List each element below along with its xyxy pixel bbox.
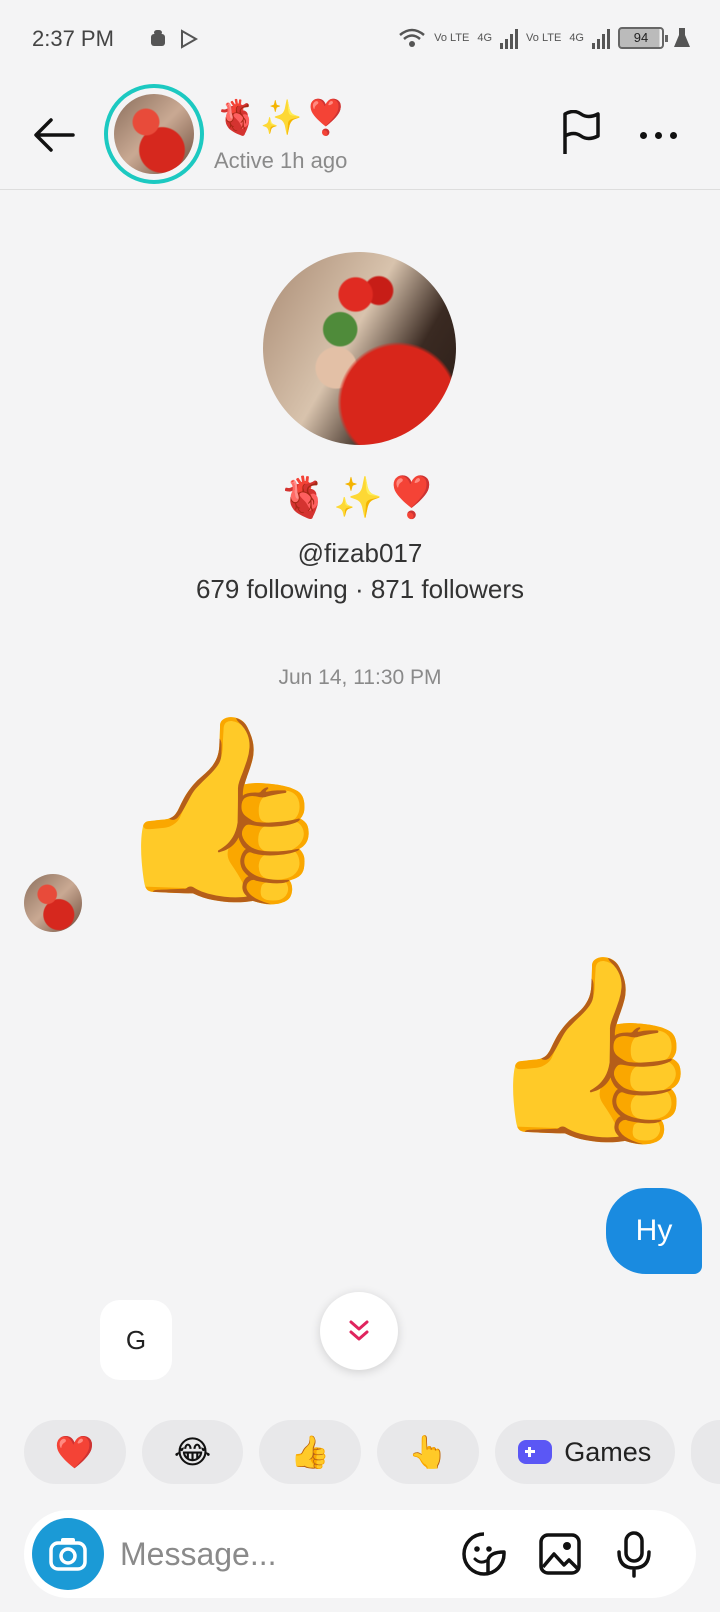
sticker-button[interactable] [458, 1528, 510, 1580]
android-icon [151, 30, 165, 46]
header-avatar[interactable] [104, 84, 204, 184]
gallery-button[interactable] [534, 1528, 586, 1580]
games-label: Games [564, 1436, 652, 1467]
quick-reaction-overflow[interactable] [690, 1420, 720, 1484]
profile-handle: @fizab017 [297, 538, 423, 568]
quick-reaction-laugh[interactable]: 😂 [141, 1420, 244, 1484]
sticker-icon [462, 1532, 506, 1576]
play-store-icon [181, 29, 199, 49]
typing-preview: G [100, 1300, 172, 1380]
notification-icons [148, 28, 200, 50]
image-icon [539, 1533, 581, 1575]
sender-avatar[interactable] [24, 874, 82, 932]
arrow-left-icon [34, 118, 75, 152]
scroll-to-bottom-button[interactable] [320, 1292, 398, 1370]
more-options-button[interactable] [640, 120, 686, 150]
sent-message-bubble[interactable]: Hy [606, 1188, 702, 1274]
report-button[interactable] [560, 109, 606, 160]
signal-icon [500, 27, 519, 49]
gamepad-icon [518, 1440, 553, 1464]
flag-icon [563, 109, 600, 154]
volte-label: Vo LTE [434, 31, 470, 44]
battery-icon: 94 [618, 27, 668, 49]
back-button[interactable] [30, 110, 80, 160]
system-icons: Vo LTE 4G Vo LTE 4G 94 [398, 26, 692, 50]
voice-button[interactable] [608, 1528, 660, 1580]
profile-stats: 679 following · 871 followers [195, 574, 525, 604]
message-timestamp: Jun 14, 11:30 PM [278, 666, 442, 689]
quick-reactions-row: ❤️ 😂 👍 👆 Games [24, 1420, 720, 1484]
message-input[interactable] [120, 1510, 460, 1598]
active-status: Active 1h ago [214, 148, 348, 173]
chat-header: 🫀✨❣️ Active 1h ago [0, 80, 720, 190]
sent-thumbs-up[interactable]: 👍 [482, 960, 706, 1140]
camera-button[interactable] [32, 1518, 104, 1590]
received-thumbs-up[interactable]: 👍 [110, 720, 334, 900]
wifi-icon [399, 28, 425, 47]
flask-icon [674, 28, 690, 47]
network-4g-label: 4G [477, 31, 493, 44]
avatar-image [114, 94, 194, 174]
profile-picture[interactable] [263, 252, 456, 445]
message-composer [24, 1510, 696, 1598]
games-button[interactable]: Games [494, 1420, 675, 1484]
quick-reaction-thumbs-up[interactable]: 👍 [259, 1420, 362, 1484]
camera-icon [49, 1538, 87, 1571]
signal-icon-2 [592, 27, 610, 49]
quick-reaction-point-up[interactable]: 👆 [377, 1420, 479, 1484]
double-chevron-down-icon [349, 1320, 369, 1341]
quick-reaction-heart[interactable]: ❤️ [24, 1420, 126, 1484]
microphone-icon [617, 1531, 651, 1578]
status-bar: 2:37 PM Vo LTE 4G Vo LTE 4G 94 [0, 0, 720, 80]
contact-name[interactable]: 🫀✨❣️ [216, 98, 349, 138]
volte-label-2: Vo LTE [526, 31, 562, 44]
profile-name: 🫀✨❣️ [279, 476, 441, 520]
network-4g-label-2: 4G [569, 31, 584, 44]
status-time: 2:37 PM [32, 26, 114, 51]
